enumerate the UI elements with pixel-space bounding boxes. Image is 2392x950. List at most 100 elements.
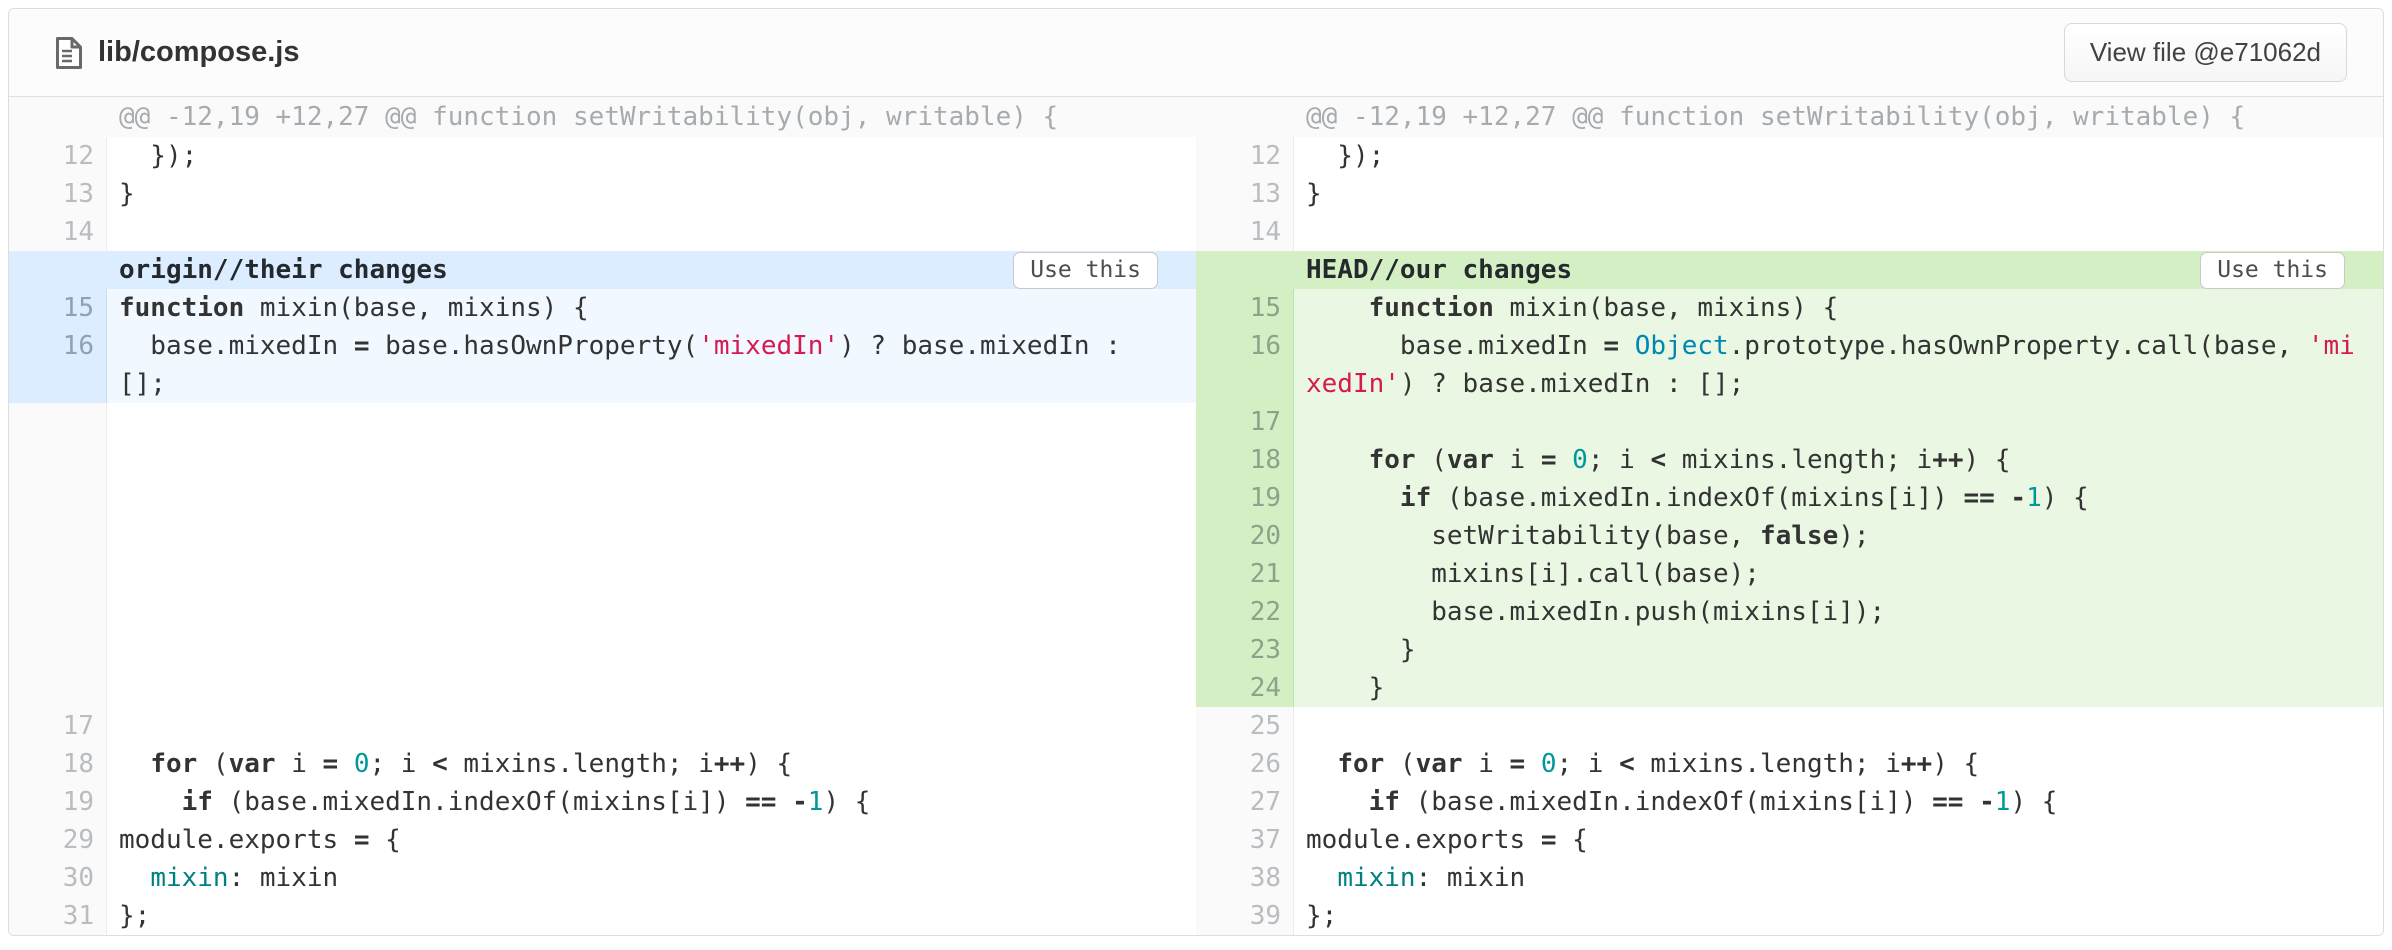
hunk-header: @@ -12,19 +12,27 @@ function setWritabil… [9,97,1196,137]
code-content: }; [107,897,1196,935]
code-content [1294,707,2383,745]
line-number: 20 [1196,517,1294,555]
code-content: function mixin(base, mixins) { [107,289,1196,327]
line-number: 18 [9,745,107,783]
code-content: mixin: mixin [1294,859,2383,897]
line-number: 37 [1196,821,1294,859]
line-number: 29 [9,821,107,859]
line-number: 26 [1196,745,1294,783]
code-line: 13} [1196,175,2383,213]
line-number: 27 [1196,783,1294,821]
code-content [1294,213,2383,251]
code-line: 15function mixin(base, mixins) { [9,289,1196,327]
line-number: 14 [1196,213,1294,251]
code-content: }); [107,137,1196,175]
code-content: } [1294,175,2383,213]
code-line: 12 }); [1196,137,2383,175]
line-number: 18 [1196,441,1294,479]
use-this-button-left[interactable]: Use this [1013,252,1158,289]
code-content: mixins[i].call(base); [1294,555,2383,593]
line-number: 12 [1196,137,1294,175]
code-content: if (base.mixedIn.indexOf(mixins[i]) == -… [1294,479,2383,517]
code-content: } [1294,631,2383,669]
code-content: module.exports = { [107,821,1196,859]
code-line: 25 [1196,707,2383,745]
code-line: 13} [9,175,1196,213]
code-line: 17 [1196,403,2383,441]
code-content: base.mixedIn = base.hasOwnProperty('mixe… [107,327,1196,403]
code-line: 23 } [1196,631,2383,669]
code-content: module.exports = { [1294,821,2383,859]
code-content [107,213,1196,251]
code-line: 16 base.mixedIn = base.hasOwnProperty('m… [9,327,1196,403]
code-content: } [1294,669,2383,707]
code-line: 38 mixin: mixin [1196,859,2383,897]
code-content: if (base.mixedIn.indexOf(mixins[i]) == -… [107,783,1196,821]
line-number: 19 [1196,479,1294,517]
line-number: 15 [9,289,107,327]
view-file-button[interactable]: View file @e71062d [2064,23,2347,82]
filler-gutter [9,403,107,707]
code-line: 22 base.mixedIn.push(mixins[i]); [1196,593,2383,631]
file-icon [55,36,83,70]
diff-pane-theirs: @@ -12,19 +12,27 @@ function setWritabil… [9,97,1196,935]
line-number: 13 [1196,175,1294,213]
code-content [107,707,1196,745]
code-content: setWritability(base, false); [1294,517,2383,555]
file-header: lib/compose.js View file @e71062d [9,9,2383,97]
code-line: 17 [9,707,1196,745]
code-content: base.mixedIn = Object.prototype.hasOwnPr… [1294,327,2383,403]
line-number: 22 [1196,593,1294,631]
hunk-header: @@ -12,19 +12,27 @@ function setWritabil… [1196,97,2383,137]
conflict-label: HEAD//our changes [1306,255,1572,285]
code-line: 12 }); [9,137,1196,175]
line-number: 12 [9,137,107,175]
code-line: 30 mixin: mixin [9,859,1196,897]
line-number: 19 [9,783,107,821]
code-line: 18 for (var i = 0; i < mixins.length; i+… [1196,441,2383,479]
code-line: 16 base.mixedIn = Object.prototype.hasOw… [1196,327,2383,403]
code-content: function mixin(base, mixins) { [1294,289,2383,327]
code-line: 14 [1196,213,2383,251]
code-line: 24 } [1196,669,2383,707]
line-number: 17 [1196,403,1294,441]
line-number: 23 [1196,631,1294,669]
line-number: 31 [9,897,107,935]
line-number: 38 [1196,859,1294,897]
line-number: 39 [1196,897,1294,935]
line-number: 25 [1196,707,1294,745]
line-number: 21 [1196,555,1294,593]
line-number: 14 [9,213,107,251]
diff-pane-ours: @@ -12,19 +12,27 @@ function setWritabil… [1196,97,2383,935]
code-content [1294,403,2383,441]
line-number: 13 [9,175,107,213]
line-number: 16 [1196,327,1294,403]
code-line: 39}; [1196,897,2383,935]
code-content: }; [1294,897,2383,935]
code-line: 19 if (base.mixedIn.indexOf(mixins[i]) =… [9,783,1196,821]
code-line: 18 for (var i = 0; i < mixins.length; i+… [9,745,1196,783]
line-number: 24 [1196,669,1294,707]
code-content: base.mixedIn.push(mixins[i]); [1294,593,2383,631]
conflict-label: origin//their changes [119,255,448,285]
code-line: 29module.exports = { [9,821,1196,859]
line-number: 17 [9,707,107,745]
page-title: lib/compose.js [98,36,299,69]
code-content: if (base.mixedIn.indexOf(mixins[i]) == -… [1294,783,2383,821]
filler-code [107,403,1196,707]
file-diff-card: lib/compose.js View file @e71062d @@ -12… [8,8,2384,936]
code-line: 26 for (var i = 0; i < mixins.length; i+… [1196,745,2383,783]
line-number: 16 [9,327,107,403]
code-content: for (var i = 0; i < mixins.length; i++) … [1294,745,2383,783]
code-line: 31}; [9,897,1196,935]
code-content: mixin: mixin [107,859,1196,897]
conflict-header-left: origin//their changes Use this [9,251,1196,289]
code-line: 14 [9,213,1196,251]
code-line: 19 if (base.mixedIn.indexOf(mixins[i]) =… [1196,479,2383,517]
code-content: }); [1294,137,2383,175]
split-diff: @@ -12,19 +12,27 @@ function setWritabil… [9,97,2383,935]
code-content: for (var i = 0; i < mixins.length; i++) … [107,745,1196,783]
use-this-button-right[interactable]: Use this [2200,252,2345,289]
alignment-filler [9,403,1196,707]
code-line: 15 function mixin(base, mixins) { [1196,289,2383,327]
